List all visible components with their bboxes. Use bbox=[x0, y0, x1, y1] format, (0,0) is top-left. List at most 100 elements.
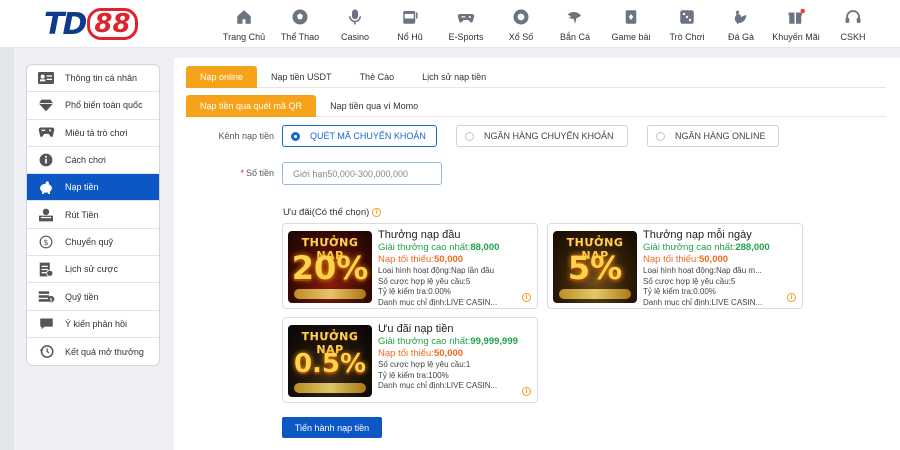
sidebar-item-rut-tien[interactable]: Rút Tiền bbox=[27, 201, 159, 229]
sidebar-item-chuyen-quy[interactable]: $ Chuyển quỹ bbox=[27, 229, 159, 257]
sidebar-item-thong-tin[interactable]: Thông tin cá nhân bbox=[27, 65, 159, 93]
promo-min-deposit: Nạp tối thiểu:50,000 bbox=[378, 348, 464, 359]
lottery-ball-icon bbox=[511, 7, 531, 27]
piggy-bank-icon bbox=[37, 180, 55, 194]
promo-name: Thưởng nạp đầu bbox=[378, 229, 461, 241]
account-sidebar: Thông tin cá nhân Phổ biến toàn quốc Miê… bbox=[26, 64, 160, 367]
promo-title: Ưu đãi(Có thể chọn) i bbox=[283, 207, 382, 218]
subtab-momo[interactable]: Nạp tiền qua ví Momo bbox=[316, 95, 432, 117]
promo-name: Ưu đãi nạp tiền bbox=[378, 323, 454, 335]
channel-qr-option[interactable]: QUÉT MÃ CHUYỂN KHOẢN bbox=[282, 125, 437, 147]
clock-history-icon bbox=[37, 345, 55, 359]
nav-tro-choi[interactable]: Trò Chơi bbox=[659, 4, 715, 44]
required-asterisk: * bbox=[240, 168, 244, 178]
promo-thumbnail: THƯỞNG NẠP 0.5% bbox=[288, 325, 372, 397]
logo-88: 88 bbox=[87, 8, 138, 40]
promo-card-daily-deposit[interactable]: THƯỞNG NẠP 5% Thưởng nạp mỗi ngày Giải t… bbox=[547, 223, 803, 309]
cards-icon bbox=[621, 7, 641, 27]
nav-casino[interactable]: Casino bbox=[327, 4, 383, 44]
promo-max-reward: Giải thưởng cao nhất:288,000 bbox=[643, 242, 770, 253]
channel-qr-label: QUÉT MÃ CHUYỂN KHOẢN bbox=[310, 131, 426, 141]
radio-dot bbox=[291, 131, 300, 141]
promo-details: Thưởng nạp đầu Giải thưởng cao nhất:88,0… bbox=[378, 228, 534, 308]
sidebar-item-pho-bien[interactable]: Phổ biến toàn quốc bbox=[27, 92, 159, 120]
amount-input[interactable] bbox=[282, 162, 442, 185]
deposit-subtabs: Nạp tiền qua quét mã QR Nạp tiền qua ví … bbox=[186, 95, 886, 117]
gamepad-icon bbox=[37, 126, 55, 140]
chat-icon bbox=[37, 317, 55, 331]
thumb-percent: 20% bbox=[291, 249, 369, 287]
radio-dot bbox=[656, 131, 665, 141]
rooster-icon bbox=[731, 7, 751, 27]
promo-detail-line: Danh mục chỉ định:LIVE CASIN... bbox=[378, 297, 498, 307]
promo-max-reward: Giải thưởng cao nhất:88,000 bbox=[378, 242, 500, 253]
withdraw-icon bbox=[37, 208, 55, 222]
promo-detail-line: Số cược hợp lệ yêu cầu:5 bbox=[643, 276, 736, 286]
promo-info-icon[interactable]: i bbox=[522, 387, 531, 396]
thumb-percent: 5% bbox=[567, 249, 623, 287]
promo-detail-line: Tỷ lệ kiểm tra:0.00% bbox=[378, 287, 451, 296]
submit-deposit-button[interactable]: Tiến hành nạp tiền bbox=[282, 417, 382, 438]
nav-cskh[interactable]: CSKH bbox=[825, 4, 881, 44]
deposit-panel: Nạp online Nạp tiền USDT Thẻ Cào Lịch sử… bbox=[174, 58, 900, 450]
subtab-qr[interactable]: Nạp tiền qua quét mã QR bbox=[186, 95, 317, 117]
tab-nap-online[interactable]: Nạp online bbox=[186, 66, 258, 88]
nav-no-hu[interactable]: Nổ Hũ bbox=[383, 4, 437, 44]
promo-detail-line: Loại hình hoạt động:Nạp lần đầu bbox=[378, 266, 495, 275]
page-background-edge bbox=[0, 48, 14, 450]
nav-esports[interactable]: E-Sports bbox=[437, 4, 495, 44]
nav-game-bai[interactable]: Game bài bbox=[603, 4, 659, 44]
tab-nap-usdt[interactable]: Nạp tiền USDT bbox=[257, 66, 346, 88]
promo-min-deposit: Nạp tối thiểu:50,000 bbox=[378, 254, 464, 265]
info-icon[interactable]: i bbox=[372, 208, 382, 217]
tab-the-cao[interactable]: Thẻ Cào bbox=[346, 66, 409, 88]
promo-thumbnail: THƯỞNG NẠP 5% bbox=[553, 231, 637, 303]
promo-info-icon[interactable]: i bbox=[522, 293, 531, 302]
promo-detail-line: Danh mục chỉ định:LIVE CASIN... bbox=[378, 381, 498, 390]
soccer-ball-icon bbox=[290, 7, 310, 27]
promo-detail-line: Tỷ lệ kiểm tra:0.00% bbox=[643, 287, 716, 296]
sidebar-item-y-kien[interactable]: Ý kiến phản hồi bbox=[27, 311, 159, 338]
channel-bank-transfer-label: NGÂN HÀNG CHUYỂN KHOẢN bbox=[484, 131, 614, 141]
headset-icon bbox=[843, 7, 863, 27]
nav-trang-chu[interactable]: Trang Chủ bbox=[215, 4, 273, 44]
nav-ban-ca[interactable]: Bắn Cá bbox=[547, 4, 603, 44]
promo-details: Thưởng nạp mỗi ngày Giải thưởng cao nhất… bbox=[643, 228, 799, 308]
home-icon bbox=[234, 7, 254, 27]
promo-info-icon[interactable]: i bbox=[787, 293, 796, 302]
td88-logo[interactable]: TD 88 bbox=[44, 6, 152, 42]
promo-title-text: Ưu đãi(Có thể chọn) bbox=[283, 207, 370, 218]
coins-decoration bbox=[294, 383, 366, 393]
promo-thumbnail: THƯỞNG NẠP 20% bbox=[288, 231, 372, 303]
amount-label: * Số tiền bbox=[204, 168, 274, 178]
promo-detail-line: Số cược hợp lệ yêu cầu:1 bbox=[378, 360, 471, 369]
logo-td: TD bbox=[44, 6, 87, 42]
nav-xo-so[interactable]: Xổ Số bbox=[495, 4, 547, 44]
promo-detail-line: Loại hình hoạt động:Nạp đầu m... bbox=[643, 266, 762, 275]
sidebar-item-ket-qua[interactable]: Kết quả mở thưởng bbox=[27, 338, 159, 365]
sidebar-item-mieu-ta[interactable]: Miêu tả trò chơi bbox=[27, 120, 159, 147]
gamepad-icon bbox=[456, 7, 476, 27]
deposit-tabs: Nạp online Nạp tiền USDT Thẻ Cào Lịch sử… bbox=[186, 66, 886, 88]
promo-card-deposit-bonus[interactable]: THƯỞNG NẠP 0.5% Ưu đãi nạp tiền Giải thư… bbox=[282, 317, 538, 403]
channel-bank-transfer-option[interactable]: NGÂN HÀNG CHUYỂN KHOẢN bbox=[456, 125, 628, 147]
sidebar-item-quy-tien[interactable]: $ Quỹ tiền bbox=[27, 283, 159, 311]
sidebar-item-lich-su-cuoc[interactable]: Lịch sử cược bbox=[27, 256, 159, 284]
channel-label: Kênh nạp tiền bbox=[218, 131, 274, 141]
nav-khuyen-mai[interactable]: Khuyến Mãi bbox=[767, 4, 825, 44]
id-card-icon bbox=[37, 71, 55, 85]
nav-da-ga[interactable]: Đá Gà bbox=[715, 4, 767, 44]
diamond-icon bbox=[37, 98, 55, 112]
nav-the-thao[interactable]: Thể Thao bbox=[273, 4, 327, 44]
gift-icon bbox=[786, 7, 806, 27]
dollar-coin-icon: $ bbox=[37, 235, 55, 249]
tab-lich-su-nap[interactable]: Lịch sử nạp tiền bbox=[408, 66, 500, 88]
promo-card-first-deposit[interactable]: THƯỞNG NẠP 20% Thưởng nạp đầu Giải thưởn… bbox=[282, 223, 538, 309]
channel-online-bank-option[interactable]: NGÂN HÀNG ONLINE bbox=[647, 125, 779, 147]
promo-detail-line: Tỷ lệ kiểm tra:100% bbox=[378, 370, 449, 380]
radio-dot bbox=[465, 131, 474, 141]
sidebar-item-nap-tien[interactable]: Nạp tiền bbox=[27, 174, 159, 202]
history-list-icon bbox=[37, 262, 55, 277]
svg-text:$: $ bbox=[43, 237, 48, 247]
sidebar-item-cach-choi[interactable]: Cách chơi bbox=[27, 147, 159, 175]
